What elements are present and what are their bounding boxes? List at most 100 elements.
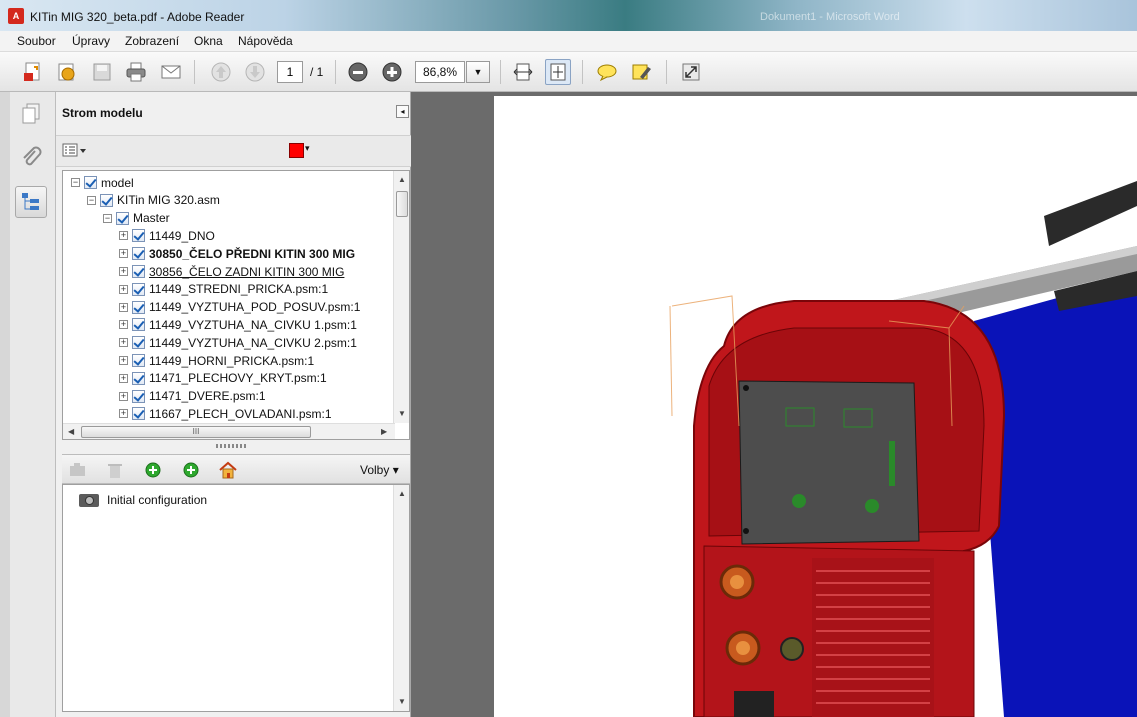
collapse-panel-button[interactable]: ◂ [396, 105, 409, 118]
menu-upravy[interactable]: Úpravy [72, 34, 110, 48]
tree-options-button[interactable] [62, 142, 88, 160]
visibility-checkbox[interactable] [132, 354, 145, 367]
expand-toggle-icon[interactable]: + [119, 231, 128, 241]
tree-hscroll-thumb[interactable]: III [81, 426, 311, 438]
tree-item-label: 11667_PLECH_OVLADANI.psm:1 [149, 406, 332, 421]
visibility-checkbox[interactable] [132, 407, 145, 421]
scroll-left-icon[interactable]: ◀ [68, 427, 74, 436]
page-number-input[interactable] [277, 61, 303, 83]
zoom-dropdown-button[interactable]: ▼ [466, 61, 490, 83]
tree-item[interactable]: +30850_ČELO PŘEDNI KITIN 300 MIG [119, 245, 355, 262]
comment-icon[interactable] [594, 59, 620, 85]
fit-page-icon[interactable] [545, 59, 571, 85]
tree-horizontal-scrollbar[interactable]: ◀ III ▶ [63, 423, 395, 439]
menu-soubor[interactable]: Soubor [17, 34, 56, 48]
tree-vscroll-thumb[interactable] [396, 191, 408, 217]
highlight-icon[interactable] [629, 59, 655, 85]
menu-zobrazeni[interactable]: Zobrazení [125, 34, 179, 48]
delete-view-icon[interactable] [104, 460, 126, 480]
expand-toggle-icon[interactable]: − [87, 195, 96, 205]
tree-item[interactable]: +11449_HORNI_PRICKA.psm:1 [119, 352, 314, 369]
visibility-checkbox[interactable] [132, 300, 145, 314]
panel-splitter[interactable] [216, 444, 246, 448]
fit-width-icon[interactable] [510, 59, 536, 85]
tree-item-label: 11471_DVERE.psm:1 [149, 389, 266, 404]
scroll-down-icon[interactable]: ▼ [398, 697, 406, 706]
tree-item[interactable]: +30856_ČELO ZADNI KITIN 300 MIG [119, 263, 344, 280]
scroll-down-icon[interactable]: ▼ [398, 409, 406, 418]
scroll-right-icon[interactable]: ▶ [381, 427, 387, 436]
tree-item[interactable]: +11449_VYZTUHA_POD_POSUV.psm:1 [119, 299, 360, 316]
home-icon[interactable] [217, 460, 239, 480]
expand-toggle-icon[interactable]: + [119, 356, 128, 365]
visibility-checkbox[interactable] [132, 229, 145, 243]
color-dropdown-icon[interactable]: ▾ [305, 143, 310, 154]
expand-toggle-icon[interactable]: + [119, 249, 128, 259]
expand-toggle-icon[interactable]: − [71, 178, 80, 187]
visibility-checkbox[interactable] [116, 211, 129, 225]
next-page-icon[interactable] [242, 59, 268, 85]
tree-toolbar: ▾ [56, 135, 411, 167]
tree-item[interactable]: +11449_DNO [119, 227, 215, 244]
save-icon[interactable] [89, 59, 115, 85]
open-icon[interactable] [54, 59, 80, 85]
expand-toggle-icon[interactable]: + [119, 302, 128, 312]
tree-item[interactable]: +11471_DVERE.psm:1 [119, 388, 266, 405]
zoom-in-icon[interactable] [379, 59, 405, 85]
print-icon[interactable] [123, 59, 149, 85]
zoom-level-input[interactable]: 86,8% [415, 61, 465, 83]
visibility-checkbox[interactable] [132, 318, 145, 332]
expand-toggle-icon[interactable]: + [119, 409, 128, 419]
pdf-page-3d-view[interactable] [494, 96, 1137, 717]
tree-item[interactable]: +11449_STREDNI_PRICKA.psm:1 [119, 281, 328, 298]
update-view-icon[interactable] [180, 460, 202, 480]
model-tree-icon[interactable] [15, 186, 47, 218]
visibility-checkbox[interactable] [132, 336, 145, 350]
tree-item[interactable]: +11471_PLECHOVY_KRYT.psm:1 [119, 370, 327, 387]
tree-item[interactable]: − Master [103, 210, 170, 227]
visibility-checkbox[interactable] [132, 389, 145, 403]
pages-icon[interactable] [15, 98, 47, 130]
menu-okna[interactable]: Okna [194, 34, 223, 48]
previous-page-icon[interactable] [208, 59, 234, 85]
tree-item-label: 11471_PLECHOVY_KRYT.psm:1 [149, 371, 327, 386]
tree-item[interactable]: − KITin MIG 320.asm [87, 192, 220, 209]
scroll-up-icon[interactable]: ▲ [398, 175, 406, 184]
add-view-icon[interactable] [142, 460, 164, 480]
visibility-checkbox[interactable] [84, 176, 97, 189]
fullscreen-icon[interactable] [678, 59, 704, 85]
visibility-checkbox[interactable] [132, 282, 145, 296]
views-vertical-scrollbar[interactable]: ▲ ▼ [393, 485, 409, 711]
expand-toggle-icon[interactable]: + [119, 391, 128, 401]
zoom-out-icon[interactable] [345, 59, 371, 85]
create-pdf-icon[interactable] [20, 59, 46, 85]
scroll-up-icon[interactable]: ▲ [398, 489, 406, 498]
expand-toggle-icon[interactable]: + [119, 267, 128, 276]
expand-toggle-icon[interactable]: − [103, 213, 112, 223]
toolbar-separator [666, 60, 667, 84]
tree-item[interactable]: +11667_PLECH_OVLADANI.psm:1 [119, 405, 332, 422]
visibility-checkbox[interactable] [132, 247, 145, 261]
toolbar-separator [582, 60, 583, 84]
menu-napoveda[interactable]: Nápověda [238, 34, 293, 48]
expand-toggle-icon[interactable]: + [119, 373, 128, 383]
new-view-icon[interactable] [68, 460, 90, 480]
expand-toggle-icon[interactable]: + [119, 338, 128, 348]
email-icon[interactable] [158, 59, 184, 85]
color-swatch[interactable] [289, 143, 304, 158]
expand-toggle-icon[interactable]: + [119, 284, 128, 294]
expand-toggle-icon[interactable]: + [119, 320, 128, 330]
rail-strip [0, 92, 10, 717]
tree-vertical-scrollbar[interactable]: ▲ ▼ [393, 171, 409, 423]
visibility-checkbox[interactable] [132, 371, 145, 385]
attachments-icon[interactable] [15, 142, 47, 174]
3d-model-render[interactable] [494, 96, 1137, 717]
page-total: / 1 [310, 65, 324, 79]
options-menu-button[interactable]: Volby ▾ [360, 463, 399, 477]
visibility-checkbox[interactable] [132, 265, 145, 278]
tree-item[interactable]: +11449_VYZTUHA_NA_CIVKU 2.psm:1 [119, 334, 357, 351]
tree-item[interactable]: +11449_VYZTUHA_NA_CIVKU 1.psm:1 [119, 316, 357, 333]
tree-item[interactable]: − model [71, 174, 134, 191]
view-item[interactable]: Initial configuration [79, 493, 207, 507]
visibility-checkbox[interactable] [100, 193, 113, 207]
